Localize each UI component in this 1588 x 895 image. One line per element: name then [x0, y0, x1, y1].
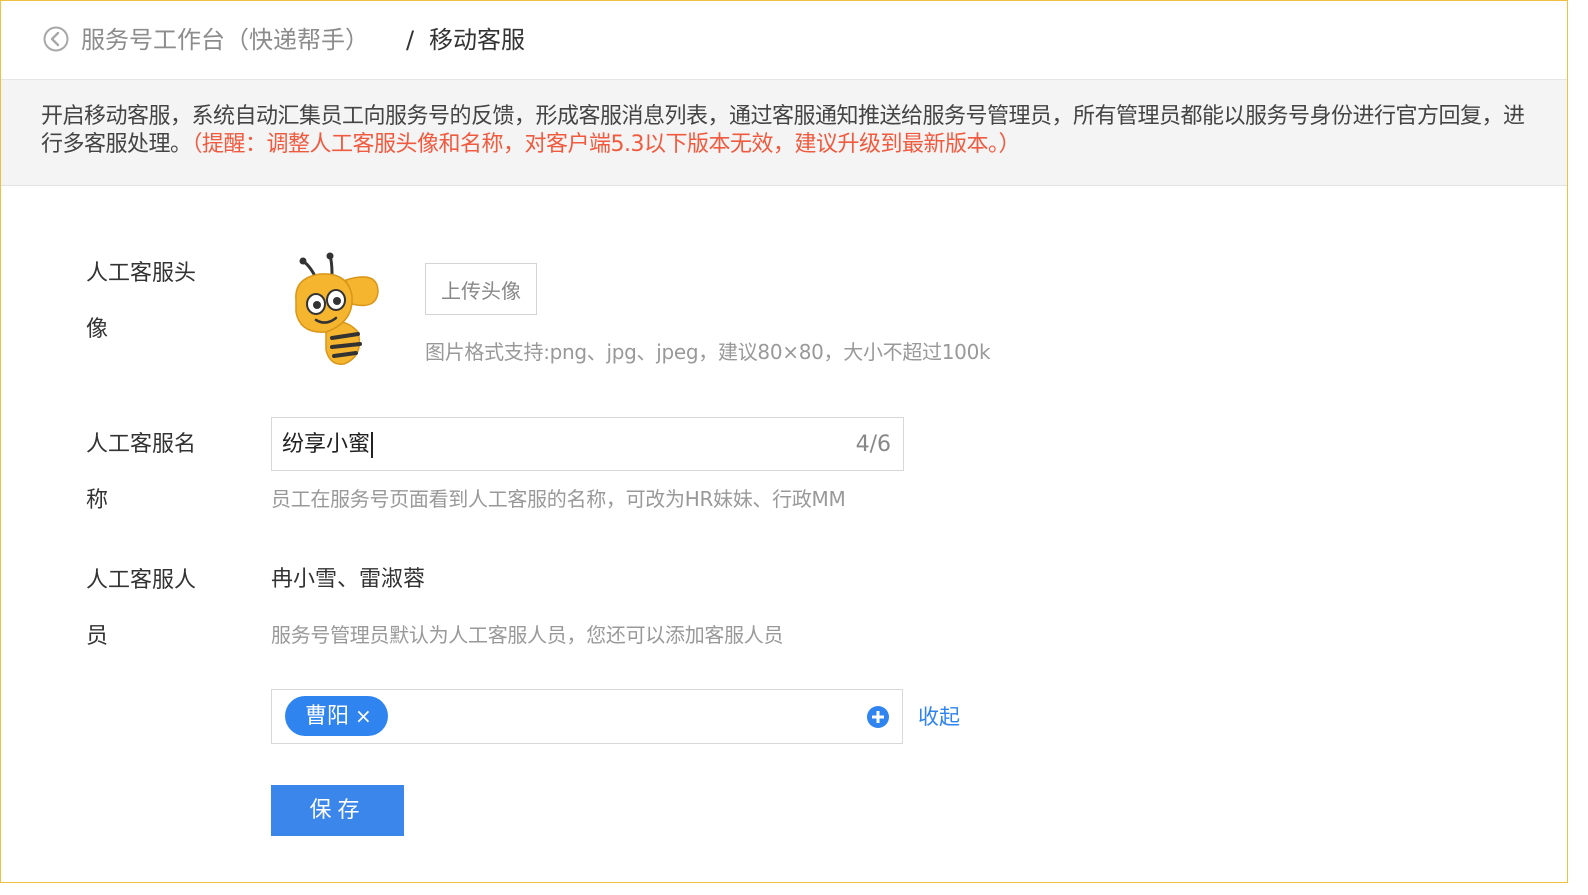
text-caret	[371, 432, 374, 458]
staff-tag-label: 曹阳	[305, 704, 350, 729]
info-notice: 开启移动客服，系统自动汇集员工向服务号的反馈，形成客服消息列表，通过客服通知推送…	[1, 80, 1567, 186]
char-counter: 4/6	[855, 432, 891, 457]
avatar-label-line2: 像	[86, 317, 109, 342]
bee-mascot-avatar	[295, 252, 379, 365]
upload-avatar-button[interactable]: 上传头像	[425, 263, 537, 315]
back-icon[interactable]	[43, 26, 69, 52]
avatar-label: 人工客服头 像	[86, 246, 216, 358]
staff-tag-input[interactable]: 曹阳 ×	[271, 689, 903, 744]
name-hint: 员工在服务号页面看到人工客服的名称，可改为HR妹妹、行政MM	[271, 487, 846, 511]
notice-text: 开启移动客服，系统自动汇集员工向服务号的反馈，形成客服消息列表，通过客服通知推送…	[41, 103, 1541, 159]
name-label: 人工客服名 称	[86, 417, 216, 529]
name-label-line1: 人工客服名	[86, 432, 197, 457]
staff-label-line1: 人工客服人	[86, 568, 197, 593]
breadcrumb-separator: /	[406, 26, 415, 54]
notice-warning: （提醒：调整人工客服头像和名称，对客户端5.3以下版本无效，建议升级到最新版本。…	[191, 132, 1021, 157]
staff-hint: 服务号管理员默认为人工客服人员，您还可以添加客服人员	[271, 623, 784, 647]
avatar-label-line1: 人工客服头	[86, 261, 197, 286]
save-button[interactable]: 保存	[271, 785, 404, 836]
collapse-link[interactable]: 收起	[918, 702, 960, 732]
agent-name-input[interactable]: 纷享小蜜 4/6	[271, 417, 904, 471]
agent-name-value: 纷享小蜜	[282, 432, 371, 457]
staff-tag[interactable]: 曹阳 ×	[285, 696, 388, 736]
staff-label: 人工客服人 员	[86, 553, 216, 665]
tag-remove-icon[interactable]: ×	[355, 704, 372, 728]
agent-name-value-wrap: 纷享小蜜	[282, 430, 374, 460]
avatar-hint: 图片格式支持:png、jpg、jpeg，建议80×80，大小不超过100k	[425, 340, 991, 364]
staff-label-line2: 员	[86, 624, 109, 649]
top-bar: 服务号工作台（快递帮手） / 移动客服	[1, 1, 1567, 80]
page-title: 移动客服	[429, 26, 525, 54]
breadcrumb-parent[interactable]: 服务号工作台（快递帮手）	[81, 23, 369, 57]
name-label-line2: 称	[86, 488, 109, 513]
add-staff-icon[interactable]	[866, 705, 890, 729]
default-staff-names: 冉小雪、雷淑蓉	[271, 567, 426, 592]
